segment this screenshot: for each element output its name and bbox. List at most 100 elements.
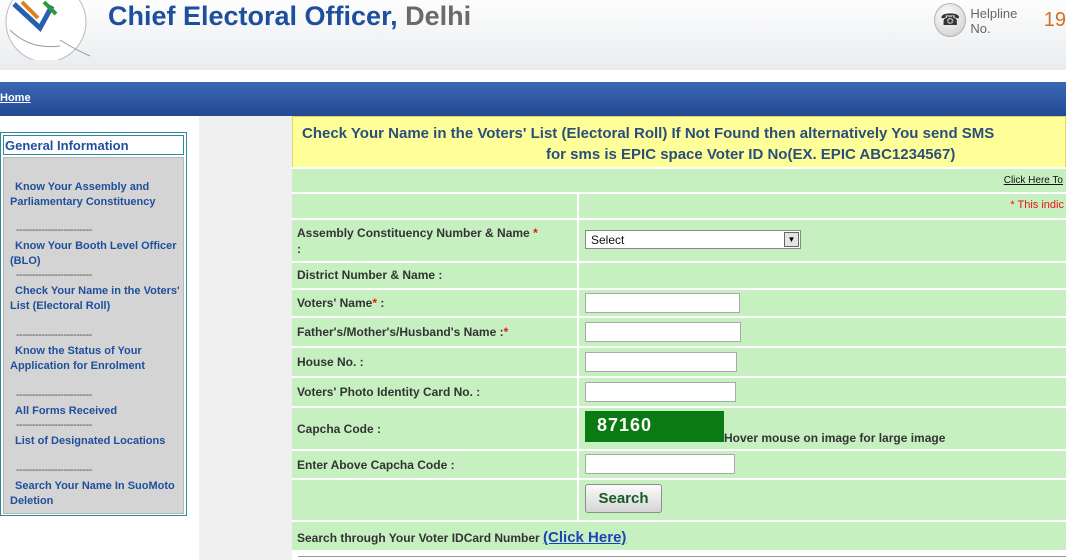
form-row-captcha: Capcha Code : 87160 Hover mouse on image… xyxy=(292,406,1066,449)
form-row-house-no: House No. : xyxy=(292,346,1066,376)
house-no-label: House No. : xyxy=(297,355,364,369)
content-gutter xyxy=(199,116,292,560)
nav-home-link[interactable]: Home xyxy=(0,92,31,104)
house-no-input[interactable] xyxy=(585,352,737,372)
sidebar-item-blo[interactable]: Know Your Booth Level Officer (BLO) xyxy=(10,239,182,269)
sidebar-item-designated-locations[interactable]: List of Designated Locations xyxy=(10,434,182,449)
form-cell: Enter Above Capcha Code : xyxy=(292,451,579,478)
form-cell xyxy=(292,480,579,520)
required-asterisk: * xyxy=(533,226,538,240)
form-row-captcha-input: Enter Above Capcha Code : xyxy=(292,449,1066,478)
sidebar-item-label: Check Your Name in the Voters' List (Ele… xyxy=(10,285,180,312)
click-here-to-link[interactable]: Click Here To xyxy=(1004,175,1063,186)
form-cell xyxy=(581,318,1066,346)
captcha-image[interactable]: 87160 xyxy=(585,411,724,442)
site-title: Chief Electoral Officer, Delhi xyxy=(108,1,471,32)
sidebar-title: General Information xyxy=(3,135,184,155)
sidebar-divider: ------------------------ xyxy=(16,389,92,401)
helpline-label: Helpline No. xyxy=(970,6,1018,36)
form-cell: Voters' Photo Identity Card No. : xyxy=(292,378,579,406)
form-cell: Select ▼ xyxy=(581,220,1066,261)
voter-name-input[interactable] xyxy=(585,293,740,313)
assembly-label-text: Assembly Constituency Number & Name xyxy=(297,226,530,240)
helpline: ☎ Helpline No. 19 xyxy=(934,0,1066,40)
assembly-constituency-select[interactable]: Select ▼ xyxy=(585,230,801,249)
sidebar-divider: ------------------------ xyxy=(16,269,92,281)
required-note: * This indic xyxy=(1010,199,1064,211)
sidebar-item-label: Search Your Name In SuoMoto Deletion xyxy=(10,480,175,507)
label-colon: : xyxy=(377,296,385,310)
header-separator xyxy=(0,70,1066,82)
voterid-search: Search through Your Voter IDCard Number … xyxy=(297,529,626,546)
voterid-search-link[interactable]: (Click Here) xyxy=(543,529,626,546)
assembly-label: Assembly Constituency Number & Name * xyxy=(297,226,538,240)
form-cell: Search xyxy=(581,480,1066,520)
epic-input[interactable] xyxy=(585,382,736,402)
site-header: Chief Electoral Officer, Delhi ☎ Helplin… xyxy=(0,0,1066,70)
helpline-number: 19 xyxy=(1043,8,1066,31)
form-row-click-here: Click Here To xyxy=(292,167,1066,192)
district-label: District Number & Name : xyxy=(297,268,443,282)
form-cell: Capcha Code : xyxy=(292,408,579,449)
form-cell xyxy=(581,348,1066,376)
form-cell xyxy=(292,194,579,218)
sidebar-divider: ------------------------ xyxy=(16,419,92,431)
search-button[interactable]: Search xyxy=(585,484,662,513)
relative-name-label-text: Father's/Mother's/Husband's Name : xyxy=(297,325,504,339)
voter-search-form: Check Your Name in the Voters' List (Ele… xyxy=(292,116,1066,560)
form-cell xyxy=(581,290,1066,316)
banner-line-1: Check Your Name in the Voters' List (Ele… xyxy=(302,125,995,142)
form-cell: District Number & Name : xyxy=(292,263,579,288)
sidebar-item-label: List of Designated Locations xyxy=(15,435,166,447)
bottom-divider xyxy=(298,556,1066,560)
form-row-epic: Voters' Photo Identity Card No. : xyxy=(292,376,1066,406)
sidebar-item-label: All Forms Received xyxy=(15,405,118,417)
district-value xyxy=(581,263,1066,288)
relative-name-input[interactable] xyxy=(585,322,741,342)
form-row-voter-name: Voters' Name* : xyxy=(292,288,1066,316)
form-cell: Voters' Name* : xyxy=(292,290,579,316)
form-cell: Father's/Mother's/Husband's Name :* xyxy=(292,318,579,346)
relative-name-label: Father's/Mother's/Husband's Name :* xyxy=(297,325,508,339)
epic-label: Voters' Photo Identity Card No. : xyxy=(297,385,481,399)
voterid-search-text: Search through Your Voter IDCard Number xyxy=(297,531,544,545)
form-cell: Assembly Constituency Number & Name * : xyxy=(292,220,579,261)
form-row-district: District Number & Name : xyxy=(292,261,1066,288)
sidebar-item-assembly-constituency[interactable]: Know Your Assembly and Parliamentary Con… xyxy=(10,180,182,210)
assembly-select-value: Select xyxy=(591,233,625,247)
sidebar-divider: ------------------------ xyxy=(16,329,92,341)
captcha-hint: Hover mouse on image for large image xyxy=(724,431,946,445)
dropdown-arrow-icon[interactable]: ▼ xyxy=(784,232,799,247)
sidebar-item-suomoto-deletion[interactable]: Search Your Name In SuoMoto Deletion xyxy=(10,479,182,509)
captcha-input[interactable] xyxy=(585,454,735,474)
form-row-required-note: * This indic xyxy=(292,192,1066,218)
captcha-label: Capcha Code : xyxy=(297,422,382,436)
form-row-relative-name: Father's/Mother's/Husband's Name :* xyxy=(292,316,1066,346)
form-cell xyxy=(581,378,1066,406)
form-row-search: Search xyxy=(292,478,1066,520)
form-cell: House No. : xyxy=(292,348,579,376)
site-title-main: Chief Electoral Officer, xyxy=(108,1,406,31)
sidebar-menu: Know Your Assembly and Parliamentary Con… xyxy=(3,157,184,514)
sidebar: General Information Know Your Assembly a… xyxy=(0,132,187,516)
sidebar-divider: ------------------------ xyxy=(16,224,92,236)
sidebar-divider: ------------------------ xyxy=(16,464,92,476)
phone-icon: ☎ xyxy=(934,3,967,37)
required-asterisk: * xyxy=(503,325,509,339)
election-commission-logo xyxy=(5,0,91,60)
banner-line-2: for sms is EPIC space Voter ID No(EX. EP… xyxy=(546,146,956,163)
sidebar-item-label: Know the Status of Your Application for … xyxy=(10,345,146,372)
sidebar-item-label: Know Your Booth Level Officer (BLO) xyxy=(10,240,177,267)
assembly-label-colon: : xyxy=(297,242,301,256)
instruction-banner: Check Your Name in the Voters' List (Ele… xyxy=(292,116,1066,168)
captcha-input-label: Enter Above Capcha Code : xyxy=(297,458,455,472)
sidebar-item-label: Know Your Assembly and Parliamentary Con… xyxy=(10,181,156,208)
voter-name-label-text: Voters' Name xyxy=(297,296,373,310)
form-row-voterid-search: Search through Your Voter IDCard Number … xyxy=(292,520,1066,550)
form-row-assembly: Assembly Constituency Number & Name * : … xyxy=(292,218,1066,261)
sidebar-item-application-status[interactable]: Know the Status of Your Application for … xyxy=(10,344,182,374)
form-cell xyxy=(581,451,1066,478)
site-title-city: Delhi xyxy=(405,1,472,31)
sidebar-item-forms-received[interactable]: All Forms Received xyxy=(10,404,182,419)
sidebar-item-check-name[interactable]: Check Your Name in the Voters' List (Ele… xyxy=(10,284,182,314)
